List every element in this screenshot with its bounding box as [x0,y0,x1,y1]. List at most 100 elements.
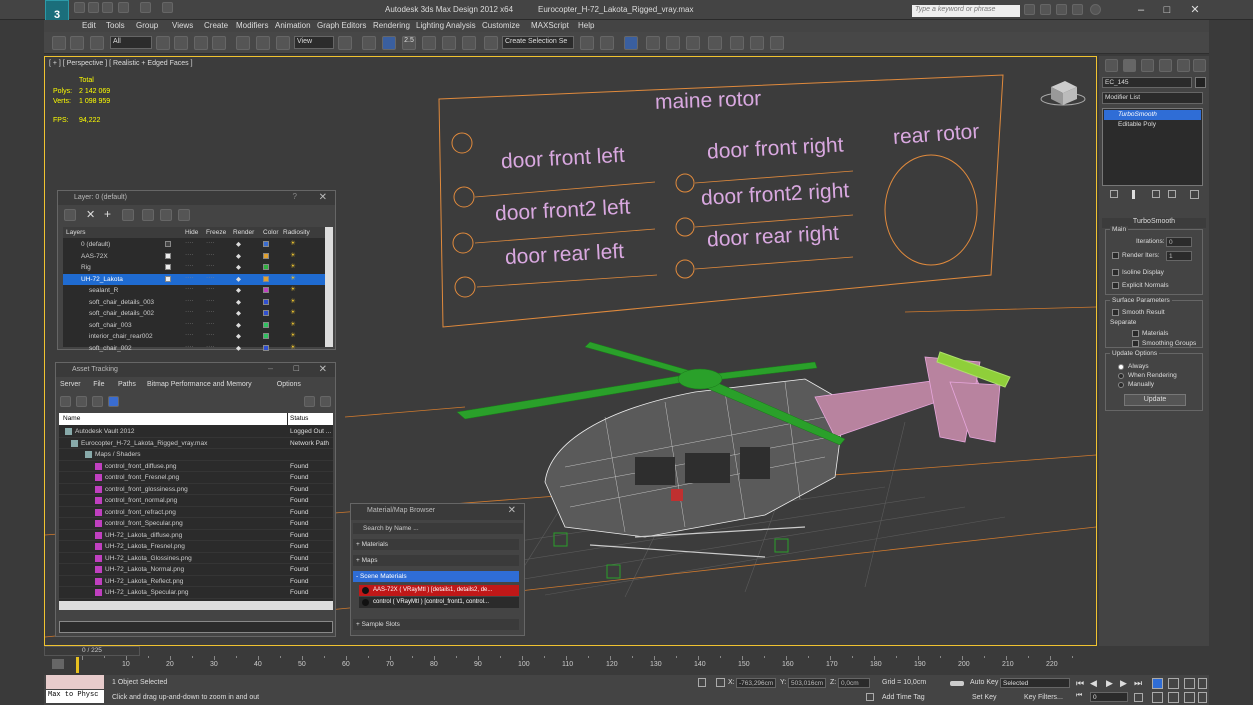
hide-toggle-icon[interactable]: ···· [185,251,194,258]
configure-sets-icon[interactable] [1190,190,1199,199]
layer-color-swatch[interactable] [263,252,269,259]
curve-editor-icon[interactable] [666,36,680,50]
hide-toggle-icon[interactable]: ···· [185,331,194,338]
previous-frame-icon[interactable]: ◀ [1090,678,1097,689]
move-icon[interactable] [236,36,250,50]
hide-toggle-icon[interactable]: ···· [185,239,194,246]
rotate-icon[interactable] [256,36,270,50]
helicopter-model[interactable] [456,341,1011,579]
asset-row[interactable]: UH-72_Lakota_Reflect.png Found [59,576,333,587]
auto-key-button[interactable]: Auto Key [970,679,998,686]
favorite-star-icon[interactable] [1072,4,1083,15]
menu-customize[interactable]: Customize [482,21,520,30]
freeze-toggle-icon[interactable]: ···· [206,274,215,281]
hide-toggle-icon[interactable]: ···· [185,320,194,327]
layer-row[interactable]: soft_chair_details_003 ···· ···· ◆ ☀ [63,297,325,309]
layer-current-checkbox[interactable] [165,241,171,247]
spinner-snap-icon[interactable] [462,36,476,50]
iterations-spinner[interactable]: 0 [1166,237,1192,247]
asset-menu-paths[interactable]: Paths [118,381,136,388]
layer-color-swatch[interactable] [263,333,269,339]
scene-material-item[interactable]: control ( VRayMtl ) [control_front1, con… [359,597,519,608]
asset-row[interactable]: Maps / Shaders [59,449,333,461]
object-name-field[interactable]: EC_145 [1102,77,1192,88]
layer-row[interactable]: soft_chair_003 ···· ···· ◆ ☀ [63,320,325,332]
render-teapot-icon[interactable]: ◆ [236,240,241,248]
scale-icon[interactable] [276,36,290,50]
zoom-icon[interactable] [1152,678,1163,689]
go-to-start-icon[interactable]: ⏮ [1076,678,1084,689]
layer-row[interactable]: interior_chair_rear002 ···· ···· ◆ ☀ [63,331,325,343]
edit-named-selection-icon[interactable] [484,36,498,50]
layer-col-layers[interactable]: Layers [66,229,86,236]
tree-view-icon[interactable] [92,396,103,407]
y-coordinate-field[interactable]: 503,016cm [788,678,826,688]
render-teapot-icon[interactable]: ◆ [236,332,241,340]
radiosity-icon[interactable]: ☀ [290,308,296,316]
motion-tab-icon[interactable] [1159,59,1172,72]
time-configuration-icon[interactable] [1134,693,1143,702]
maximize-viewport-icon[interactable] [1198,692,1207,703]
maximize-button[interactable]: □ [1154,2,1180,18]
asset-menu-options[interactable]: Options [277,381,301,388]
layer-col-hide[interactable]: Hide [185,229,198,236]
freeze-toggle-icon[interactable]: ···· [206,262,215,269]
render-iters-checkbox[interactable] [1112,252,1119,259]
key-mode-icon[interactable] [950,681,964,686]
render-teapot-icon[interactable]: ◆ [236,275,241,283]
open-icon[interactable] [88,2,99,13]
hierarchy-tab-icon[interactable] [1141,59,1154,72]
layer-color-swatch[interactable] [263,298,269,305]
asset-row[interactable]: UH-72_Lakota_Glossines.png Found [59,553,333,564]
layer-row[interactable]: Rig ···· ···· ◆ ☀ [63,262,325,274]
bind-space-warp-icon[interactable] [90,36,104,50]
layer-scrollbar[interactable] [325,227,333,347]
menu-rendering[interactable]: Rendering [373,21,410,30]
freeze-toggle-icon[interactable]: ···· [206,308,215,315]
asset-row[interactable]: UH-72_Lakota_Fresnel.png Found [59,541,333,553]
menu-modifiers[interactable]: Modifiers [236,21,268,30]
hide-toggle-icon[interactable]: ···· [185,308,194,315]
smooth-result-checkbox[interactable] [1112,309,1119,316]
layer-row[interactable]: soft_chair_002 ···· ···· ◆ ☀ [63,343,325,355]
freeze-toggle-icon[interactable]: ···· [206,239,215,246]
asset-row[interactable]: UH-72_Lakota_Normal.png Found [59,564,333,576]
list-view-icon[interactable] [76,396,87,407]
reference-coord-dropdown[interactable]: View [294,36,334,49]
asset-scrollbar[interactable] [59,601,333,610]
schematic-view-icon[interactable] [686,36,700,50]
help-icon[interactable] [1090,4,1101,15]
object-color-swatch[interactable] [1195,77,1206,88]
layer-col-render[interactable]: Render [233,229,254,236]
layer-manager-icon[interactable] [624,36,638,50]
hide-toggle-icon[interactable]: ···· [185,262,194,269]
create-tab-icon[interactable] [1105,59,1118,72]
radiosity-icon[interactable]: ☀ [290,251,296,259]
asset-row[interactable]: control_front_Fresnel.png Found [59,472,333,484]
menu-create[interactable]: Create [204,21,228,30]
refresh-icon[interactable] [320,396,331,407]
select-in-layer-icon[interactable] [122,209,134,221]
named-selection-dropdown[interactable]: Create Selection Se [502,36,574,49]
close-icon[interactable]: ✕ [319,192,327,203]
render-teapot-icon[interactable]: ◆ [236,344,241,352]
search-input[interactable]: Type a keyword or phrase [912,5,1020,17]
render-setup-icon[interactable] [730,36,744,50]
layer-list[interactable]: Layers Hide Freeze Render Color Radiosity 0 (… [63,227,325,352]
material-section-header[interactable]: + Maps [353,555,519,566]
current-frame-field[interactable]: 0 [1090,692,1128,702]
save-icon[interactable] [102,2,113,13]
material-section-header[interactable]: + Sample Slots [353,619,519,630]
layer-row[interactable]: sealant_R ···· ···· ◆ ☀ [63,285,325,297]
play-icon[interactable]: ▶ [1106,678,1113,689]
close-icon[interactable]: ✕ [508,505,516,516]
viewcube-icon[interactable] [1040,81,1086,106]
render-teapot-icon[interactable]: ◆ [236,286,241,294]
layer-color-swatch[interactable] [263,344,269,351]
display-tab-icon[interactable] [1177,59,1190,72]
percent-snap-icon[interactable] [442,36,456,50]
add-time-tag[interactable]: Add Time Tag [882,694,925,701]
menu-tools[interactable]: Tools [106,21,125,30]
layer-color-swatch[interactable] [263,321,269,328]
minimize-icon[interactable]: – [268,363,273,373]
